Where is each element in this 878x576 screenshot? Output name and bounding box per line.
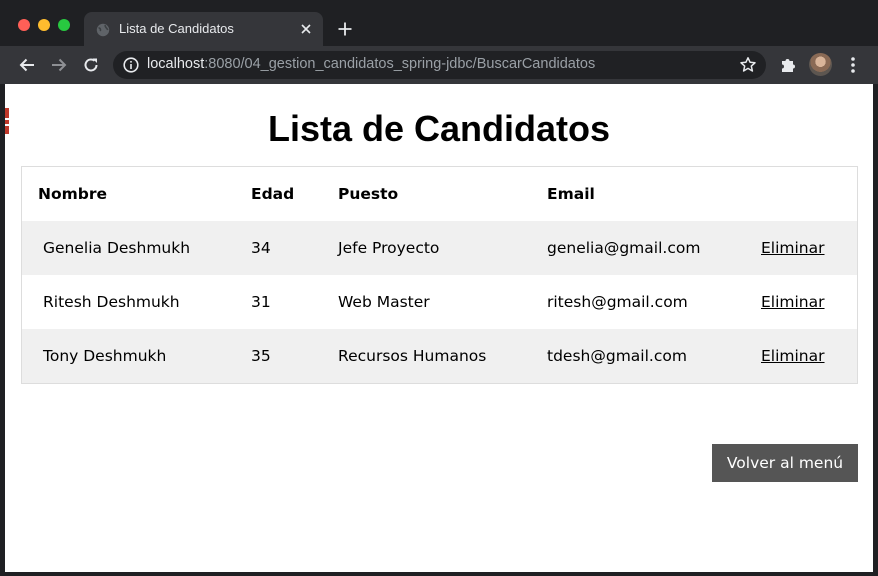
arrow-right-icon[interactable] (50, 56, 68, 74)
minimize-window-button[interactable] (38, 19, 50, 31)
globe-icon (96, 23, 110, 37)
address-bar[interactable]: localhost:8080/04_gestion_candidatos_spr… (113, 51, 766, 79)
column-header-action (761, 167, 857, 221)
delete-link[interactable]: Eliminar (761, 293, 825, 311)
page-viewport: Lista de Candidatos Nombre Edad Puesto E… (5, 84, 873, 572)
delete-link[interactable]: Eliminar (761, 239, 825, 257)
tab-title: Lista de Candidatos (119, 21, 234, 36)
back-to-menu-button[interactable]: Volver al menú (712, 444, 858, 482)
tab-active[interactable]: Lista de Candidatos (84, 12, 323, 46)
cell-puesto: Jefe Proyecto (338, 239, 440, 257)
browser-toolbar: localhost:8080/04_gestion_candidatos_spr… (0, 46, 878, 84)
close-window-button[interactable] (18, 19, 30, 31)
table-row: Ritesh Deshmukh 31 Web Master ritesh@gma… (22, 275, 857, 329)
cell-edad: 31 (251, 293, 271, 311)
column-header-nombre: Nombre (38, 185, 108, 203)
arrow-left-icon[interactable] (18, 56, 36, 74)
cell-action: Eliminar (761, 329, 857, 383)
info-icon[interactable] (123, 57, 139, 73)
page-title: Lista de Candidatos (267, 108, 611, 149)
url-text[interactable]: localhost:8080/04_gestion_candidatos_spr… (147, 56, 595, 72)
tab-strip: Lista de Candidatos (0, 0, 878, 46)
cell-edad: 35 (251, 347, 271, 365)
url-path: :8080/04_gestion_candidatos_spring-jdbc/… (204, 56, 596, 72)
cell-puesto: Recursos Humanos (338, 347, 487, 365)
cell-edad: 34 (251, 239, 271, 257)
puzzle-icon[interactable] (779, 56, 797, 74)
column-header-puesto: Puesto (338, 185, 399, 203)
cell-email: tdesh@gmail.com (547, 347, 687, 365)
cell-action: Eliminar (761, 221, 857, 275)
cell-puesto: Web Master (338, 293, 430, 311)
more-vertical-icon[interactable] (845, 56, 861, 74)
avatar[interactable] (809, 53, 832, 76)
table-row: Genelia Deshmukh 34 Jefe Proyecto geneli… (22, 221, 857, 275)
column-header-edad: Edad (251, 185, 295, 203)
delete-link[interactable]: Eliminar (761, 347, 825, 365)
reload-icon[interactable] (82, 56, 100, 74)
cell-nombre: Tony Deshmukh (43, 347, 167, 365)
url-host: localhost (147, 56, 205, 72)
plus-icon[interactable] (337, 21, 353, 37)
candidates-table: Nombre Edad Puesto Email Genelia Deshmuk… (21, 166, 858, 384)
column-header-email: Email (547, 185, 595, 203)
browser-chrome: Lista de Candidatos localhost:8080/04_ge… (0, 0, 878, 84)
cell-email: ritesh@gmail.com (547, 293, 688, 311)
table-row: Tony Deshmukh 35 Recursos Humanos tdesh@… (22, 329, 857, 383)
table-header-row: Nombre Edad Puesto Email (22, 167, 857, 221)
close-icon[interactable] (299, 22, 313, 36)
cell-email: genelia@gmail.com (547, 239, 701, 257)
star-icon[interactable] (739, 56, 757, 74)
maximize-window-button[interactable] (58, 19, 70, 31)
cell-nombre: Ritesh Deshmukh (43, 293, 180, 311)
cell-action: Eliminar (761, 275, 857, 329)
cell-nombre: Genelia Deshmukh (43, 239, 191, 257)
